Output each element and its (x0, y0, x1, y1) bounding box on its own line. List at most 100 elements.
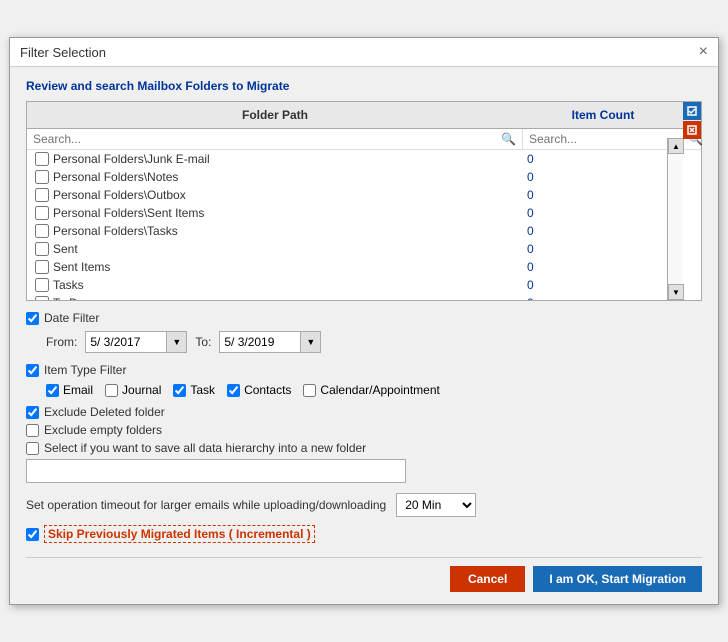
row-count-0: 0 (519, 152, 659, 166)
exclude-deleted-section: Exclude Deleted folder (26, 405, 702, 419)
save-hierarchy-label[interactable]: Select if you want to save all data hier… (26, 441, 702, 455)
date-filter-checkbox[interactable] (26, 312, 39, 325)
from-date-group: ▼ (85, 331, 187, 353)
row-checkbox-4[interactable] (35, 224, 49, 238)
item-type-checkbox-3[interactable] (227, 384, 240, 397)
row-folder-0: Personal Folders\Junk E-mail (53, 152, 519, 166)
row-checkbox-1[interactable] (35, 170, 49, 184)
from-date-picker-btn[interactable]: ▼ (166, 332, 186, 352)
item-type-checkbox-2[interactable] (173, 384, 186, 397)
item-type-filter-label[interactable]: Item Type Filter (26, 363, 702, 377)
table-row: Personal Folders\Tasks 0 (27, 222, 701, 240)
exclude-deleted-checkbox[interactable] (26, 406, 39, 419)
row-count-7: 0 (519, 278, 659, 292)
table-row: Sent Items 0 (27, 258, 701, 276)
save-hierarchy-section: Select if you want to save all data hier… (26, 441, 702, 483)
ok-button[interactable]: I am OK, Start Migration (533, 566, 702, 592)
from-date-input[interactable] (86, 333, 166, 351)
to-date-group: ▼ (219, 331, 321, 353)
timeout-select[interactable]: 5 Min 10 Min 20 Min 30 Min 60 Min (396, 493, 476, 517)
save-hierarchy-checkbox[interactable] (26, 442, 39, 455)
item-type-checkbox-0[interactable] (46, 384, 59, 397)
review-text: Review and search Mailbox Folders to Mig… (26, 79, 702, 93)
scroll-down-btn[interactable]: ▼ (668, 284, 684, 300)
col-folder-path: Folder Path (27, 106, 523, 124)
row-folder-3: Personal Folders\Sent Items (53, 206, 519, 220)
folder-table: Folder Path Item Count 🔍 🔍 (26, 101, 702, 301)
row-folder-7: Tasks (53, 278, 519, 292)
select-all-icon[interactable] (683, 102, 701, 120)
close-button[interactable]: × (699, 44, 708, 60)
to-label: To: (195, 335, 211, 349)
item-type-calendar/appointment[interactable]: Calendar/Appointment (303, 383, 439, 397)
skip-label: Skip Previously Migrated Items ( Increme… (44, 525, 315, 543)
table-row: Sent 0 (27, 240, 701, 258)
row-folder-5: Sent (53, 242, 519, 256)
col-item-count: Item Count (523, 106, 683, 124)
row-checkbox-5[interactable] (35, 242, 49, 256)
row-checkbox-2[interactable] (35, 188, 49, 202)
row-checkbox-7[interactable] (35, 278, 49, 292)
deselect-all-icon[interactable] (683, 121, 701, 139)
exclude-deleted-label[interactable]: Exclude Deleted folder (26, 405, 702, 419)
row-count-1: 0 (519, 170, 659, 184)
timeout-row: Set operation timeout for larger emails … (26, 493, 702, 517)
row-count-4: 0 (519, 224, 659, 238)
cancel-button[interactable]: Cancel (450, 566, 525, 592)
exclude-empty-section: Exclude empty folders (26, 423, 702, 437)
item-type-contacts[interactable]: Contacts (227, 383, 291, 397)
table-row: Personal Folders\Sent Items 0 (27, 204, 701, 222)
item-types-row: Email Journal Task Contacts Calendar/App… (46, 383, 702, 397)
to-date-picker-btn[interactable]: ▼ (300, 332, 320, 352)
scroll-up-btn[interactable]: ▲ (668, 138, 684, 154)
skip-checkbox[interactable] (26, 528, 39, 541)
item-type-checkbox-1[interactable] (105, 384, 118, 397)
table-scroll-area[interactable]: Personal Folders\Junk E-mail 0 Personal … (27, 150, 701, 300)
date-filter-label[interactable]: Date Filter (26, 311, 702, 325)
item-type-label-1: Journal (122, 383, 161, 397)
row-checkbox-0[interactable] (35, 152, 49, 166)
from-label: From: (46, 335, 77, 349)
skip-row: Skip Previously Migrated Items ( Increme… (26, 525, 702, 543)
date-filter-section: Date Filter From: ▼ To: ▼ (26, 311, 702, 353)
row-folder-1: Personal Folders\Notes (53, 170, 519, 184)
item-type-task[interactable]: Task (173, 383, 215, 397)
folder-search-cell: 🔍 (27, 129, 523, 149)
item-type-label-4: Calendar/Appointment (320, 383, 439, 397)
table-row: Personal Folders\Outbox 0 (27, 186, 701, 204)
row-checkbox-3[interactable] (35, 206, 49, 220)
scrollbar[interactable]: ▲ ▼ (667, 138, 683, 300)
row-folder-8: To Do (53, 296, 519, 300)
table-header: Folder Path Item Count (27, 102, 701, 129)
row-count-3: 0 (519, 206, 659, 220)
row-folder-2: Personal Folders\Outbox (53, 188, 519, 202)
row-checkbox-8[interactable] (35, 296, 49, 300)
table-row: Personal Folders\Junk E-mail 0 (27, 150, 701, 168)
item-type-filter-checkbox[interactable] (26, 364, 39, 377)
row-count-8: 0 (519, 296, 659, 300)
item-type-filter-section: Item Type Filter Email Journal Task Cont… (26, 363, 702, 397)
timeout-label: Set operation timeout for larger emails … (26, 498, 386, 512)
item-type-label-3: Contacts (244, 383, 291, 397)
filter-selection-dialog: Filter Selection × Review and search Mai… (9, 37, 719, 605)
count-search-cell: 🔍 (523, 129, 683, 149)
exclude-empty-checkbox[interactable] (26, 424, 39, 437)
row-count-2: 0 (519, 188, 659, 202)
to-date-input[interactable] (220, 333, 300, 351)
folder-search-input[interactable] (33, 132, 497, 146)
row-folder-4: Personal Folders\Tasks (53, 224, 519, 238)
title-bar: Filter Selection × (10, 38, 718, 67)
bottom-buttons: Cancel I am OK, Start Migration (26, 557, 702, 592)
row-checkbox-6[interactable] (35, 260, 49, 274)
item-type-journal[interactable]: Journal (105, 383, 161, 397)
item-type-checkbox-4[interactable] (303, 384, 316, 397)
search-row: 🔍 🔍 (27, 129, 701, 150)
exclude-empty-label[interactable]: Exclude empty folders (26, 423, 702, 437)
item-type-email[interactable]: Email (46, 383, 93, 397)
dialog-body: Review and search Mailbox Folders to Mig… (10, 67, 718, 604)
save-hierarchy-input[interactable] (26, 459, 406, 483)
table-row: Tasks 0 (27, 276, 701, 294)
table-row: To Do 0 (27, 294, 701, 300)
count-search-input[interactable] (529, 132, 684, 146)
date-row: From: ▼ To: ▼ (46, 331, 702, 353)
